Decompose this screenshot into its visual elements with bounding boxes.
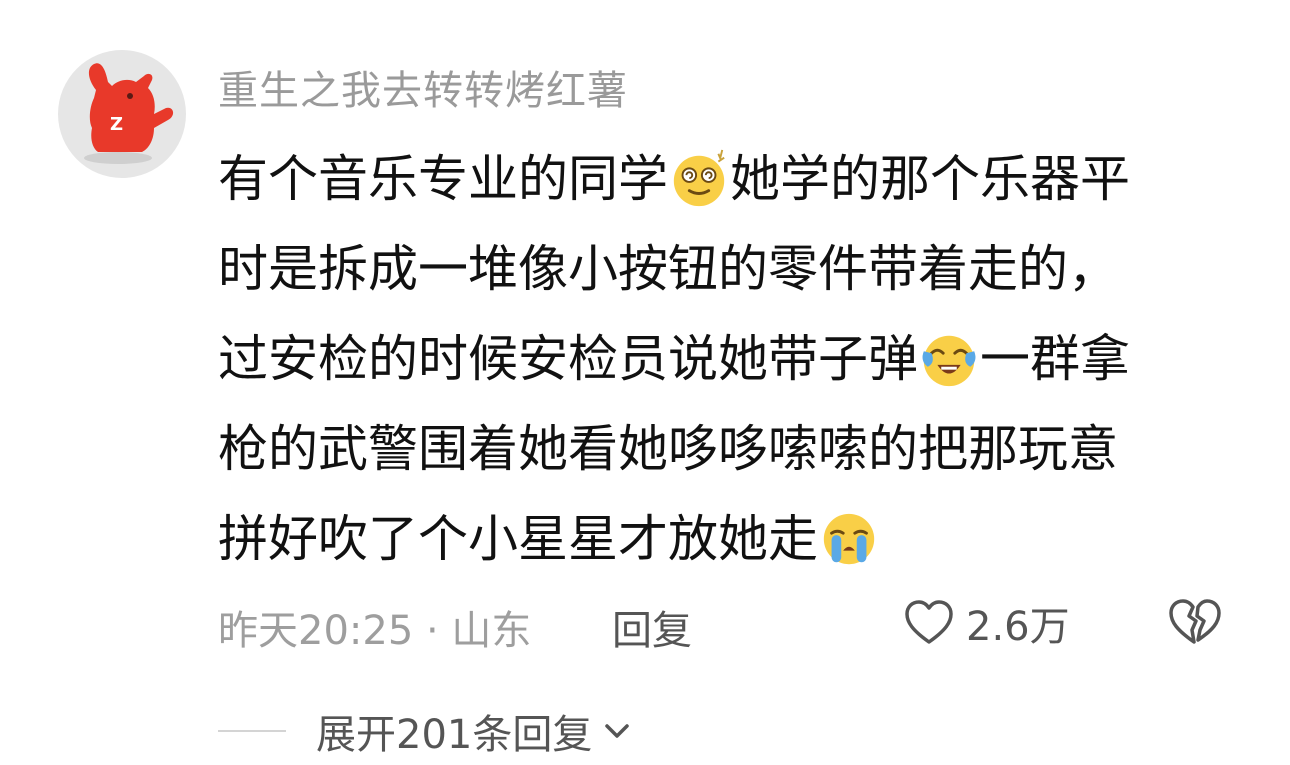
comment-text: 枪的武警围着她看她哆哆嗦嗦的把那玩意: [218, 420, 1118, 478]
dislike-button[interactable]: [1165, 594, 1223, 654]
comment-line: 枪的武警围着她看她哆哆嗦嗦的把那玩意: [218, 404, 1218, 494]
avatar[interactable]: Z: [58, 50, 186, 178]
comment-text: 拼好吹了个小星星才放她走: [218, 510, 818, 568]
divider-line: [218, 730, 286, 732]
comment-line: 有个音乐专业的同学 她学的那个乐器平: [218, 134, 1218, 224]
crying-laughing-emoji-icon: [922, 335, 976, 387]
broken-heart-icon: [1169, 599, 1221, 644]
comment-timestamp-location: 昨天20:25 · 山东: [218, 608, 532, 654]
comment-text: 一群拿: [980, 330, 1130, 388]
svg-text:Z: Z: [110, 114, 123, 135]
avatar-mascot-icon: Z: [84, 63, 174, 164]
chevron-down-icon: [605, 724, 630, 738]
heart-icon: [905, 600, 953, 644]
comment-body: 有个音乐专业的同学 她学的那个乐器平 时是拆成一堆像小按钮的零件带着走的， 过安…: [218, 134, 1218, 584]
expand-replies-button[interactable]: 展开201条回复: [218, 702, 634, 760]
comment-line: 拼好吹了个小星星才放她走: [218, 494, 1218, 584]
like-button[interactable]: 2.6万: [902, 594, 1070, 652]
username[interactable]: 重生之我去转转烤红薯: [218, 58, 628, 116]
comment-text: 过安检的时候安检员说她带子弹: [218, 330, 918, 388]
comment-text: 有个音乐专业的同学: [218, 150, 668, 208]
loudly-crying-emoji-icon: [823, 513, 875, 565]
comment-text: 时是拆成一堆像小按钮的零件带着走的，: [218, 240, 1118, 298]
expand-replies-label: 展开201条回复: [316, 712, 593, 758]
comment-text: 她学的那个乐器平: [730, 150, 1130, 208]
reply-button[interactable]: 回复: [612, 598, 692, 656]
comment-line: 时是拆成一堆像小按钮的零件带着走的，: [218, 224, 1218, 314]
like-count: 2.6万: [966, 604, 1070, 650]
comment-line: 过安检的时候安检员说她带子弹 一群拿: [218, 314, 1218, 404]
dizzy-face-emoji-icon: [673, 149, 725, 207]
